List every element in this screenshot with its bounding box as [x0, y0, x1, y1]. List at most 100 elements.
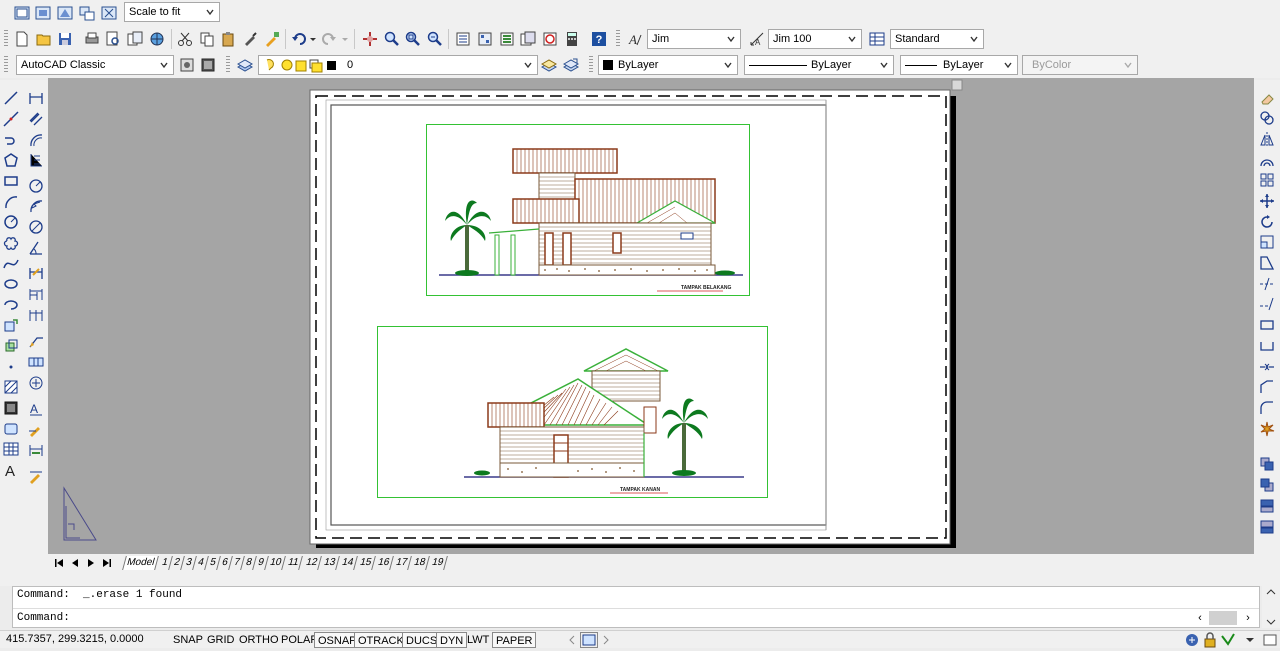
new-viewport-icon[interactable] — [13, 4, 31, 22]
arc-icon[interactable] — [1, 192, 21, 212]
status-menu-icon[interactable] — [1244, 634, 1256, 646]
quickcalc-icon[interactable] — [563, 30, 581, 48]
publish-icon[interactable] — [126, 30, 144, 48]
layout-tab[interactable]: Model — [122, 556, 160, 570]
paste-icon[interactable] — [219, 30, 237, 48]
zoom-realtime-icon[interactable] — [383, 30, 401, 48]
markup-set-manager-icon[interactable] — [541, 30, 559, 48]
tool-palettes-icon[interactable] — [498, 30, 516, 48]
toolbar-grip[interactable] — [4, 56, 8, 74]
linetype-select[interactable]: ByLayer — [744, 55, 894, 75]
trim-icon[interactable] — [1257, 274, 1277, 294]
toolbar-lock-icon[interactable] — [1202, 632, 1218, 648]
ellipse-arc-icon[interactable] — [1, 295, 21, 315]
viewport-scale-select[interactable]: Scale to fit — [124, 2, 220, 22]
tolerance-icon[interactable] — [26, 352, 46, 372]
polygon-icon[interactable] — [1, 150, 21, 170]
spline-icon[interactable] — [1, 254, 21, 274]
hatch-icon[interactable] — [1, 377, 21, 397]
rotate-icon[interactable] — [1257, 212, 1277, 232]
linear-dimension-icon[interactable] — [26, 88, 46, 108]
status-toggle-paper[interactable]: PAPER — [492, 632, 537, 648]
revision-cloud-icon[interactable] — [1, 233, 21, 253]
fillet-icon[interactable] — [1257, 398, 1277, 418]
last-tab-icon[interactable] — [100, 556, 114, 570]
break-at-point-icon[interactable] — [1257, 315, 1277, 335]
workspace-settings-icon[interactable] — [178, 56, 196, 74]
layer-previous-icon[interactable] — [562, 56, 580, 74]
join-icon[interactable] — [1257, 357, 1277, 377]
properties-icon[interactable] — [454, 30, 472, 48]
copy-object-icon[interactable] — [1257, 108, 1277, 128]
continue-dimension-icon[interactable] — [26, 305, 46, 325]
horizontal-scrollbar-thumb[interactable] — [1209, 611, 1237, 625]
quick-leader-icon[interactable] — [26, 331, 46, 351]
coordinate-readout[interactable]: 415.7357, 299.3215, 0.0000 — [6, 633, 144, 645]
region-icon[interactable] — [1, 419, 21, 439]
status-toggle-grid[interactable]: GRID — [204, 632, 238, 648]
status-toggle-ortho[interactable]: ORTHO — [236, 632, 282, 648]
jogged-dimension-icon[interactable] — [26, 196, 46, 216]
text-style-select[interactable]: Jim — [647, 29, 741, 49]
single-viewport-icon[interactable] — [34, 4, 52, 22]
model-space-icon[interactable] — [566, 634, 578, 646]
first-tab-icon[interactable] — [52, 556, 66, 570]
help-icon[interactable]: ? — [590, 30, 608, 48]
layers-toolbar-grip[interactable] — [226, 56, 230, 74]
plot-icon[interactable] — [83, 30, 101, 48]
workspace-select[interactable]: AutoCAD Classic — [16, 55, 174, 75]
bring-above-icon[interactable] — [1257, 496, 1277, 516]
redo-icon[interactable] — [320, 30, 338, 48]
next-tab-icon[interactable] — [84, 556, 98, 570]
scroll-left-icon[interactable]: ‹ — [1193, 611, 1207, 625]
scroll-right-icon[interactable]: › — [1241, 611, 1255, 625]
table-style-select[interactable]: Standard — [890, 29, 984, 49]
drawing-canvas[interactable]: TAMPAK BELAKANG TAMPAK KANAN — [48, 78, 1254, 554]
bring-to-front-icon[interactable] — [1257, 454, 1277, 474]
arc-length-icon[interactable] — [26, 130, 46, 150]
zoom-previous-icon[interactable] — [426, 30, 444, 48]
undo-dropdown-icon[interactable] — [308, 30, 318, 48]
cut-icon[interactable] — [176, 30, 194, 48]
maximize-viewport-icon[interactable] — [580, 632, 598, 648]
ordinate-dimension-icon[interactable] — [26, 150, 46, 170]
quick-dimension-icon[interactable] — [26, 263, 46, 283]
stretch-icon[interactable] — [1257, 253, 1277, 273]
insert-block-icon[interactable] — [1, 316, 21, 336]
previous-tab-icon[interactable] — [68, 556, 82, 570]
save-icon[interactable] — [56, 30, 74, 48]
my-workspace-icon[interactable] — [199, 56, 217, 74]
status-toggle-snap[interactable]: SNAP — [170, 632, 206, 648]
table-icon[interactable] — [1, 439, 21, 459]
diameter-dimension-icon[interactable] — [26, 217, 46, 237]
communication-center-icon[interactable] — [1184, 632, 1200, 648]
status-toggle-otrack[interactable]: OTRACK — [354, 632, 408, 648]
point-icon[interactable] — [1, 357, 21, 377]
command-input[interactable] — [79, 610, 1189, 626]
ellipse-icon[interactable] — [1, 274, 21, 294]
scale-icon[interactable] — [1257, 232, 1277, 252]
styles-toolbar-grip[interactable] — [616, 30, 620, 48]
viewport-top[interactable]: TAMPAK BELAKANG — [426, 124, 750, 296]
zoom-window-icon[interactable] — [404, 30, 422, 48]
dimension-edit-icon[interactable]: A — [26, 398, 46, 418]
next-viewport-icon[interactable] — [600, 634, 612, 646]
chamfer-icon[interactable] — [1257, 377, 1277, 397]
multiline-text-icon[interactable]: A — [1, 460, 21, 480]
move-icon[interactable] — [1257, 191, 1277, 211]
layer-select[interactable]: 0 — [258, 55, 538, 75]
layer-properties-icon[interactable] — [236, 56, 254, 74]
status-toggle-dyn[interactable]: DYN — [436, 632, 468, 648]
angular-dimension-icon[interactable] — [26, 238, 46, 258]
send-under-icon[interactable] — [1257, 517, 1277, 537]
line-icon[interactable] — [1, 88, 21, 108]
dimension-style-icon[interactable]: A — [748, 30, 766, 48]
layer-status-icon[interactable] — [1220, 632, 1236, 648]
aligned-dimension-icon[interactable] — [26, 109, 46, 129]
send-to-back-icon[interactable] — [1257, 475, 1277, 495]
design-center-icon[interactable] — [476, 30, 494, 48]
erase-icon[interactable] — [1257, 88, 1277, 108]
undo-icon[interactable] — [290, 30, 308, 48]
make-current-layer-icon[interactable] — [540, 56, 558, 74]
extend-icon[interactable] — [1257, 294, 1277, 314]
